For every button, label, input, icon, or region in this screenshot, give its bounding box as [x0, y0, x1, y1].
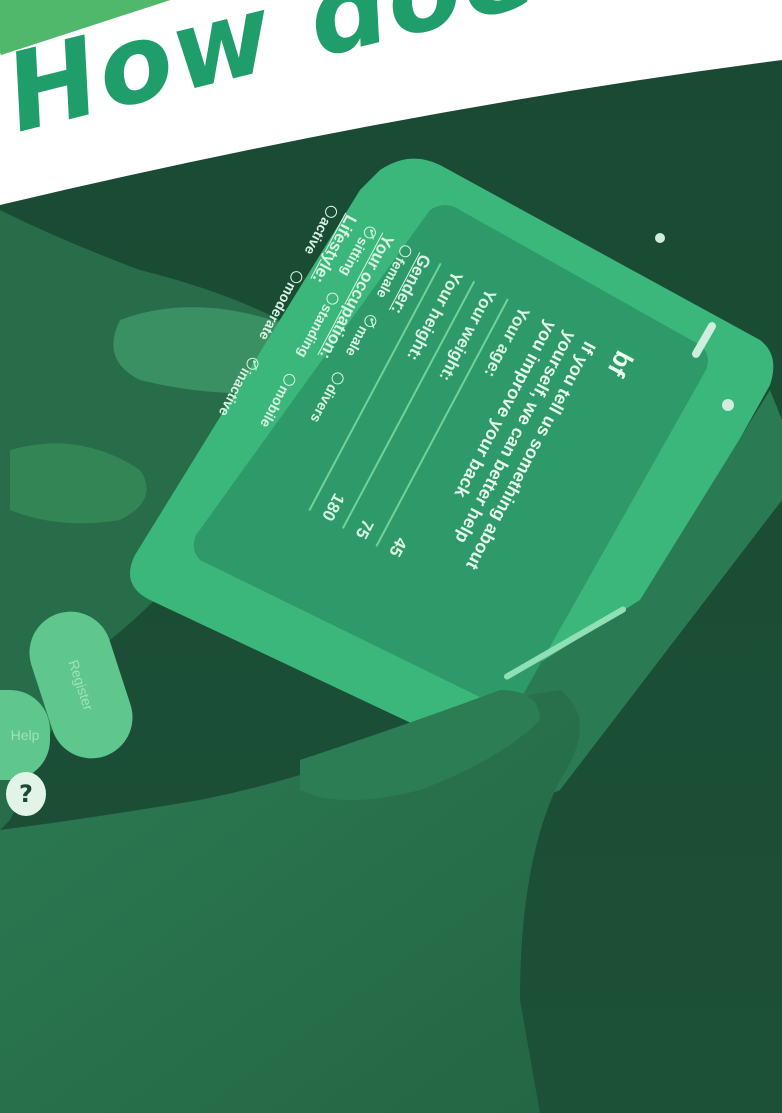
sensor: [722, 399, 734, 411]
front-camera: [655, 233, 665, 243]
height-value: 180: [318, 490, 349, 525]
gender-option-divers[interactable]: divers: [307, 369, 347, 426]
question-button[interactable]: ?: [6, 772, 46, 816]
page: How does i bf If you tell us something a…: [0, 0, 782, 1113]
weight-value: 75: [351, 516, 378, 543]
age-value: 45: [385, 534, 411, 560]
